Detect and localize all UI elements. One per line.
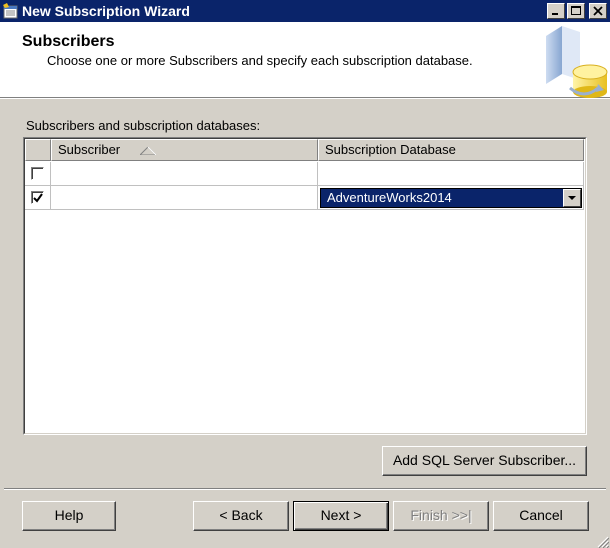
back-button[interactable]: < Back — [193, 501, 289, 531]
title-bar[interactable]: New Subscription Wizard — [0, 0, 610, 22]
finish-button[interactable]: Finish >>| — [393, 501, 489, 531]
page-title: Subscribers — [22, 33, 115, 50]
database-graphic-icon — [540, 22, 608, 98]
table-row[interactable]: AdventureWorks2014 — [25, 186, 584, 210]
next-button[interactable]: Next > — [293, 501, 389, 531]
subscriber-checkbox[interactable] — [31, 191, 44, 204]
add-sql-server-subscriber-button[interactable]: Add SQL Server Subscriber... — [382, 446, 587, 476]
close-button[interactable] — [589, 3, 607, 19]
subscription-database-value: AdventureWorks2014 — [327, 190, 452, 205]
maximize-button[interactable] — [567, 3, 585, 19]
table-row[interactable] — [25, 162, 584, 186]
column-header-subscriber[interactable]: Subscriber — [51, 139, 318, 161]
chevron-down-icon — [568, 195, 576, 200]
column-header-select[interactable] — [25, 139, 51, 161]
row-select-cell[interactable] — [25, 162, 51, 186]
maximize-icon — [571, 6, 581, 15]
minimize-button[interactable] — [547, 3, 565, 19]
app-icon — [3, 3, 19, 19]
column-header-subscription-database[interactable]: Subscription Database — [318, 139, 584, 161]
grid-label: Subscribers and subscription databases: — [26, 118, 261, 133]
page-subtitle: Choose one or more Subscribers and speci… — [47, 53, 473, 68]
resize-grip-icon[interactable] — [597, 535, 610, 548]
wizard-header: Subscribers Choose one or more Subscribe… — [0, 22, 610, 98]
window-title: New Subscription Wizard — [22, 3, 190, 19]
subscriber-checkbox[interactable] — [31, 167, 44, 180]
subscription-database-cell[interactable] — [318, 162, 584, 186]
subscriber-cell[interactable] — [51, 186, 318, 210]
minimize-icon — [552, 13, 558, 15]
dropdown-button[interactable] — [563, 189, 581, 207]
checkmark-icon — [33, 193, 43, 203]
column-header-subscriber-label: Subscriber — [58, 142, 121, 157]
close-icon — [593, 6, 603, 16]
row-select-cell[interactable] — [25, 186, 51, 210]
header-separator — [0, 98, 610, 99]
footer-separator-highlight — [4, 489, 606, 490]
sort-ascending-icon — [138, 141, 157, 161]
subscriber-cell[interactable] — [51, 162, 318, 186]
subscription-database-dropdown[interactable]: AdventureWorks2014 — [320, 188, 582, 208]
subscription-database-cell[interactable]: AdventureWorks2014 — [318, 186, 584, 210]
help-button[interactable]: Help — [22, 501, 116, 531]
subscribers-grid[interactable]: Subscriber Subscription Database Adventu… — [23, 137, 587, 435]
cancel-button[interactable]: Cancel — [493, 501, 589, 531]
